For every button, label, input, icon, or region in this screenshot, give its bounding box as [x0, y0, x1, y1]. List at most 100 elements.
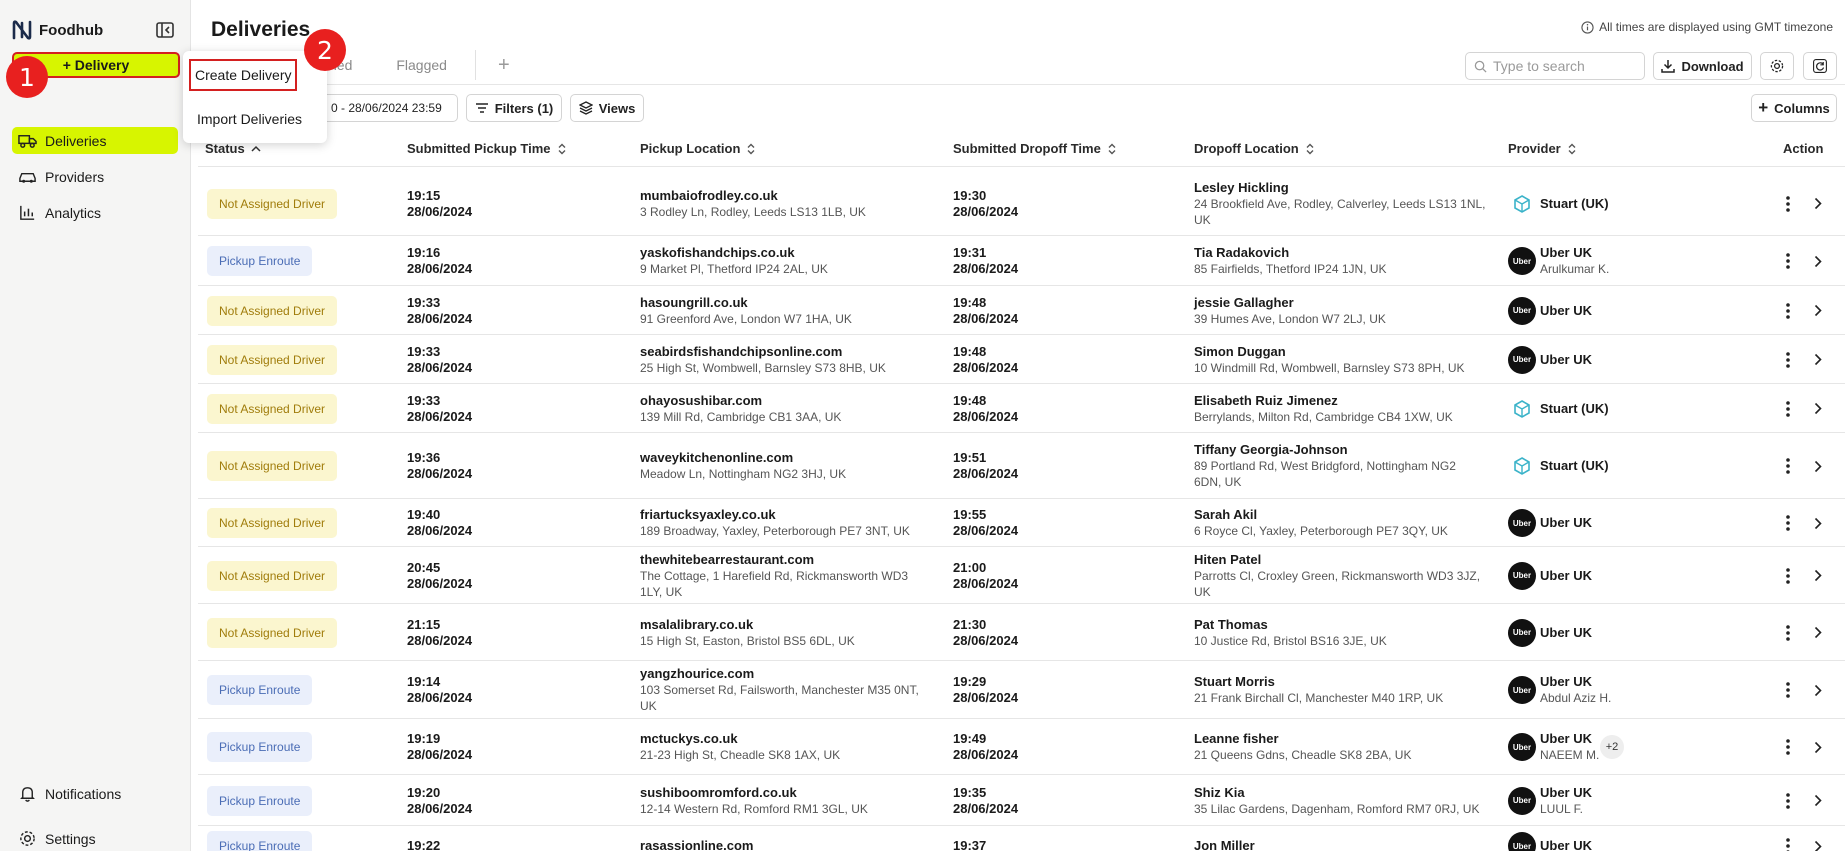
date-range-value: 0 - 28/06/2024 23:59 — [331, 101, 442, 115]
pickup-location-cell: sushiboomromford.co.uk 12-14 Western Rd, … — [640, 785, 868, 817]
more-actions-icon[interactable] — [1778, 680, 1798, 700]
menu-item-import-deliveries[interactable]: Import Deliveries — [193, 105, 306, 133]
more-actions-icon[interactable] — [1778, 350, 1798, 370]
sort-icon — [558, 143, 566, 154]
chevron-right-icon[interactable] — [1808, 350, 1828, 370]
table-row[interactable]: Not Assigned Driver 19:33 28/06/2024 seabir… — [198, 335, 1845, 384]
column-header-dropoff-time[interactable]: Submitted Dropoff Time — [953, 141, 1117, 156]
provider-cell: Uber UK — [1540, 515, 1592, 531]
pickup-date: 28/06/2024 — [407, 359, 473, 375]
pickup-time: 21:15 — [407, 616, 441, 632]
table-row[interactable]: Pickup Enroute 19:16 28/06/2024 yaskofishan… — [198, 236, 1845, 286]
column-label: Dropoff Location — [1194, 141, 1299, 156]
chevron-right-icon[interactable] — [1808, 399, 1828, 419]
sort-icon — [1568, 143, 1576, 154]
more-actions-icon[interactable] — [1778, 513, 1798, 533]
column-header-pickup-location[interactable]: Pickup Location — [640, 141, 756, 156]
dropoff-time: 19:55 — [953, 507, 987, 522]
columns-button[interactable]: + Columns — [1751, 94, 1837, 122]
sidebar-item-analytics[interactable]: Analytics — [12, 199, 178, 226]
dropoff-address: Berrylands, Milton Rd, Cambridge CB4 1XW… — [1194, 409, 1453, 424]
sidebar-item-deliveries[interactable]: Deliveries — [12, 127, 178, 154]
table-row[interactable]: Not Assigned Driver 19:33 28/06/2024 ohayos… — [198, 384, 1845, 433]
download-button[interactable]: Download — [1653, 52, 1752, 80]
pickup-name: mumbaiofrodley.co.uk — [640, 187, 778, 203]
more-actions-icon[interactable] — [1778, 301, 1798, 321]
refresh-button[interactable] — [1803, 52, 1837, 80]
chevron-right-icon[interactable] — [1808, 680, 1828, 700]
uber-logo-icon: Uber — [1508, 618, 1536, 647]
pickup-location-cell: waveykitchenonline.com Meadow Ln, Notting… — [640, 450, 846, 482]
table-row[interactable]: Pickup Enroute 19:20 28/06/2024 sushiboomro… — [198, 775, 1845, 826]
more-actions-icon[interactable] — [1778, 836, 1798, 851]
more-actions-icon[interactable] — [1778, 623, 1798, 643]
column-header-pickup-time[interactable]: Submitted Pickup Time — [407, 141, 567, 156]
table-row[interactable]: Pickup Enroute 19:14 28/06/2024 yangzhouric… — [198, 661, 1845, 719]
more-actions-icon[interactable] — [1778, 251, 1798, 271]
search-box[interactable] — [1465, 52, 1645, 80]
dropoff-location-cell: Lesley Hickling 24 Brookfield Ave, Rodley… — [1194, 180, 1486, 228]
provider-cell: Stuart (UK) — [1540, 401, 1609, 417]
table-row[interactable]: Not Assigned Driver 19:36 28/06/2024 waveyk… — [198, 433, 1845, 499]
add-tab-button[interactable]: + — [476, 54, 532, 77]
brand-name: Foodhub — [39, 21, 104, 39]
chevron-right-icon[interactable] — [1808, 737, 1828, 757]
chevron-right-icon[interactable] — [1808, 194, 1828, 214]
more-actions-icon[interactable] — [1778, 566, 1798, 586]
sort-icon — [1108, 143, 1116, 154]
table-row[interactable]: Not Assigned Driver 21:15 28/06/2024 msalal… — [198, 604, 1845, 661]
chevron-right-icon[interactable] — [1808, 623, 1828, 643]
brand[interactable]: Foodhub — [11, 19, 103, 41]
date-range-picker[interactable]: 0 - 28/06/2024 23:59 — [320, 94, 458, 122]
table-row[interactable]: Pickup Enroute 19:19 28/06/2024 mctuckys.co… — [198, 719, 1845, 775]
new-delivery-menu: Create Delivery Import Deliveries — [183, 51, 327, 143]
dropoff-name: Sarah Akil — [1194, 507, 1258, 522]
pickup-time-cell: 19:40 28/06/2024 — [407, 507, 472, 539]
search-input[interactable] — [1493, 58, 1633, 74]
table-row[interactable]: Not Assigned Driver 19:15 28/06/2024 mumbai… — [198, 171, 1845, 236]
dropoff-date: 28/06/2024 — [953, 359, 1019, 375]
more-actions-icon[interactable] — [1778, 399, 1798, 419]
pickup-time-cell: 19:33 28/06/2024 — [407, 344, 472, 376]
extra-drivers-badge[interactable]: +2 — [1600, 735, 1624, 759]
tab-flagged[interactable]: Flagged — [374, 46, 469, 84]
chevron-right-icon[interactable] — [1808, 566, 1828, 586]
provider-cell: Uber UK — [1540, 838, 1592, 851]
column-label: Status — [205, 141, 245, 156]
status-badge: Not Assigned Driver — [207, 508, 338, 538]
settings-button[interactable] — [1760, 52, 1794, 80]
more-actions-icon[interactable] — [1778, 737, 1798, 757]
more-actions-icon[interactable] — [1778, 456, 1798, 476]
chevron-right-icon[interactable] — [1808, 791, 1828, 811]
column-header-provider[interactable]: Provider — [1508, 141, 1577, 156]
more-actions-icon[interactable] — [1778, 194, 1798, 214]
dropoff-location-cell: Tiffany Georgia-Johnson 89 Portland Rd, W… — [1194, 442, 1456, 490]
more-actions-icon[interactable] — [1778, 791, 1798, 811]
sidebar-item-settings[interactable]: Settings — [12, 825, 178, 851]
collapse-sidebar-icon[interactable] — [155, 20, 175, 40]
chevron-right-icon[interactable] — [1808, 513, 1828, 533]
pickup-date: 28/06/2024 — [407, 261, 473, 276]
menu-item-create-delivery[interactable]: Create Delivery — [189, 59, 298, 91]
chevron-right-icon[interactable] — [1808, 836, 1828, 851]
table-row[interactable]: Not Assigned Driver 19:40 28/06/2024 friart… — [198, 499, 1845, 547]
table-row[interactable]: Pickup Enroute 19:22 rasassionline.com 19:3… — [198, 826, 1845, 851]
dropoff-time: 19:29 — [953, 674, 987, 689]
sidebar-item-providers[interactable]: Providers — [12, 163, 178, 190]
pickup-address: 189 Broadway, Yaxley, Peterborough PE7 3… — [640, 524, 910, 538]
table-row[interactable]: Not Assigned Driver 19:33 28/06/2024 hasoun… — [198, 286, 1845, 335]
pickup-date: 28/06/2024 — [407, 523, 473, 538]
table-row[interactable]: Not Assigned Driver 20:45 28/06/2024 thewhi… — [198, 547, 1845, 604]
dropoff-name: Tiffany Georgia-Johnson — [1194, 442, 1348, 457]
chevron-right-icon[interactable] — [1808, 251, 1828, 271]
chevron-right-icon[interactable] — [1808, 456, 1828, 476]
status-badge: Pickup Enroute — [207, 831, 313, 851]
sidebar-item-notifications[interactable]: Notifications — [12, 780, 178, 807]
chevron-right-icon[interactable] — [1808, 301, 1828, 321]
filters-button[interactable]: Filters (1) — [466, 94, 562, 122]
column-header-status[interactable]: Status — [205, 141, 261, 156]
download-icon — [1661, 60, 1676, 73]
views-button[interactable]: Views — [570, 94, 644, 122]
column-header-dropoff-location[interactable]: Dropoff Location — [1194, 141, 1315, 156]
bar-chart-icon — [20, 205, 35, 220]
